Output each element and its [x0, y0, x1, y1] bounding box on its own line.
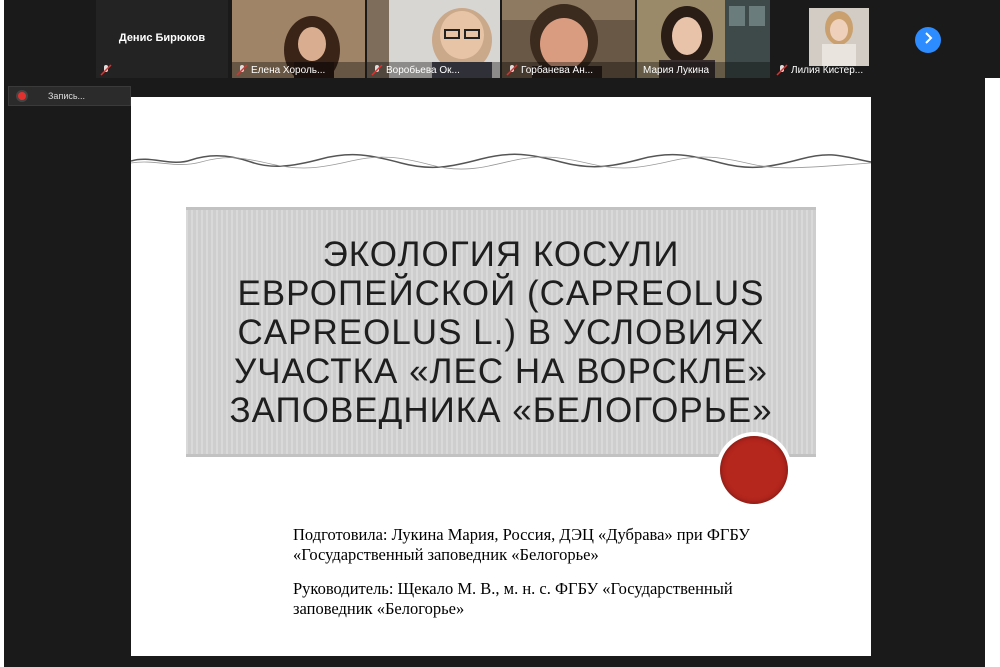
participant-tile[interactable]: Елена Хороль...	[232, 0, 365, 78]
participant-name: Мария Лукина	[643, 64, 710, 76]
participant-tile-active[interactable]: Мария Лукина	[637, 0, 770, 78]
participant-name: Лилия Кистер...	[791, 64, 864, 76]
slide-title-box: Экология косули европейской (Capreolus c…	[186, 207, 816, 457]
mic-muted-icon	[371, 64, 383, 76]
participant-name: Воробьева Ок...	[386, 64, 460, 76]
record-dot-icon	[18, 92, 26, 100]
supervisor-text: Руководитель: Щекало М. В., м. н. с. ФГБ…	[293, 579, 733, 618]
participant-gallery: Денис Бирюков Елена Хороль... Воробьева …	[96, 0, 906, 78]
torn-paper-line	[131, 153, 871, 170]
participant-tile[interactable]: Горбанева Ан...	[502, 0, 635, 78]
red-seal-decoration	[716, 432, 792, 508]
slide-credits: Подготовила: Лукина Мария, Россия, ДЭЦ «…	[293, 525, 813, 633]
participant-name: Елена Хороль...	[251, 64, 326, 76]
recording-label: Запись...	[48, 91, 86, 101]
participant-tile[interactable]: Лилия Кистер...	[772, 0, 905, 78]
mic-muted-icon	[776, 64, 788, 76]
recording-indicator[interactable]: Запись...	[8, 86, 131, 106]
participant-tile[interactable]: Денис Бирюков	[96, 0, 228, 78]
gallery-next-button[interactable]	[915, 27, 941, 53]
participant-tile[interactable]: Воробьева Ок...	[367, 0, 500, 78]
participant-name: Горбанева Ан...	[521, 64, 594, 76]
mic-muted-icon	[506, 64, 518, 76]
prepared-by-text: Подготовила: Лукина Мария, Россия, ДЭЦ «…	[293, 525, 750, 564]
mic-muted-icon	[236, 64, 248, 76]
shared-slide: Экология косули европейской (Capreolus c…	[131, 97, 871, 656]
chevron-right-icon	[922, 31, 934, 49]
mic-muted-icon	[100, 64, 112, 76]
participant-name-center: Денис Бирюков	[118, 32, 206, 44]
side-panel-edge	[985, 78, 1000, 667]
left-window-edge	[0, 0, 4, 667]
slide-title: Экология косули европейской (Capreolus c…	[229, 234, 773, 430]
